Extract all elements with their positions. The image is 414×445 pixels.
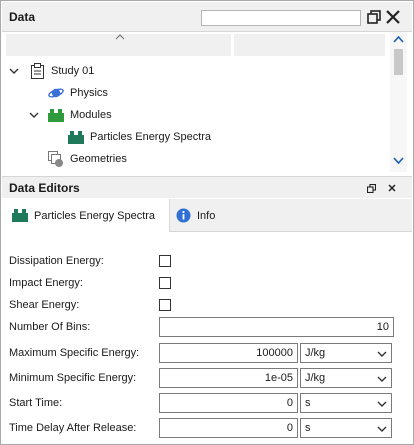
row-start-time: Start Time: 0 s (9, 393, 401, 415)
close-icon[interactable] (388, 184, 396, 192)
chevron-down-icon (377, 351, 387, 357)
field-label: Impact Energy: (9, 277, 83, 289)
scrollbar-thumb[interactable] (394, 49, 403, 75)
unit-value: J/kg (305, 347, 326, 359)
search-input[interactable] (201, 10, 361, 26)
tree-item-geometries[interactable]: Geometries (48, 149, 127, 169)
shear-energy-checkbox[interactable] (159, 299, 171, 311)
tab-particles-energy-spectra[interactable]: Particles Energy Spectra (2, 199, 170, 232)
row-minimum-specific-energy: Minimum Specific Energy: 1e-05 J/kg (9, 368, 401, 390)
data-panel-title: Data (9, 10, 36, 24)
restore-window-icon[interactable] (366, 9, 382, 25)
row-time-delay-after-release: Time Delay After Release: 0 s (9, 418, 401, 440)
data-tree: Study 01 Physics Modules Particles Energ… (2, 32, 412, 173)
clipboard-icon (31, 63, 44, 79)
tab-info[interactable]: Info (170, 199, 234, 232)
geometries-icon (48, 151, 63, 167)
row-dissipation-energy: Dissipation Energy: (9, 251, 401, 273)
data-editors-header: Data Editors (2, 176, 412, 198)
module-block-icon (12, 209, 28, 222)
time-delay-input[interactable]: 0 (159, 418, 298, 438)
tree-column-header-2[interactable] (234, 34, 386, 56)
chevron-down-icon (377, 376, 387, 382)
row-maximum-specific-energy: Maximum Specific Energy: 100000 J/kg (9, 343, 401, 365)
row-number-of-bins: Number Of Bins: 10 (9, 317, 401, 339)
row-shear-energy: Shear Energy: (9, 295, 401, 317)
chevron-down-icon[interactable] (8, 65, 20, 77)
sort-ascending-icon (115, 34, 125, 40)
unit-value: s (305, 422, 311, 434)
data-panel-header: Data (2, 2, 412, 32)
field-label: Time Delay After Release: (9, 422, 137, 434)
tree-item-physics[interactable]: Physics (48, 83, 108, 103)
field-label: Shear Energy: (9, 299, 80, 311)
tab-label: Info (197, 209, 216, 222)
info-icon (176, 208, 191, 223)
property-form: Dissipation Energy: Impact Energy: Shear… (2, 233, 412, 444)
unit-value: J/kg (305, 372, 326, 384)
data-editors-title: Data Editors (9, 181, 80, 195)
module-block-icon (68, 130, 84, 144)
min-specific-energy-unit-select[interactable]: J/kg (300, 368, 392, 388)
start-time-input[interactable]: 0 (159, 393, 298, 413)
dissipation-energy-checkbox[interactable] (159, 255, 171, 267)
field-label: Number Of Bins: (9, 321, 91, 333)
physics-planet-icon (48, 88, 64, 98)
tree-item-label: Physics (70, 87, 108, 99)
number-of-bins-input[interactable]: 10 (159, 317, 394, 337)
scroll-up-arrow-icon[interactable] (393, 35, 404, 43)
scroll-down-arrow-icon[interactable] (393, 157, 404, 165)
field-label: Minimum Specific Energy: (9, 372, 137, 384)
tree-column-header[interactable] (6, 34, 232, 56)
close-icon[interactable] (385, 9, 401, 25)
time-delay-unit-select[interactable]: s (300, 418, 392, 438)
field-label: Dissipation Energy: (9, 255, 104, 267)
chevron-down-icon (377, 426, 387, 432)
impact-energy-checkbox[interactable] (159, 277, 171, 289)
tree-item-label: Geometries (70, 153, 127, 165)
max-specific-energy-unit-select[interactable]: J/kg (300, 343, 392, 363)
unit-value: s (305, 397, 311, 409)
chevron-down-icon (377, 401, 387, 407)
modules-icon (48, 109, 64, 122)
tree-item-label: Particles Energy Spectra (90, 131, 212, 143)
start-time-unit-select[interactable]: s (300, 393, 392, 413)
tab-label: Particles Energy Spectra (34, 209, 156, 222)
tree-scrollbar[interactable] (390, 32, 407, 172)
field-label: Maximum Specific Energy: (9, 347, 140, 359)
tree-item-label: Modules (70, 109, 112, 121)
tree-item-study-01[interactable]: Study 01 (8, 61, 94, 81)
tree-item-particles-energy-spectra[interactable]: Particles Energy Spectra (68, 127, 211, 147)
row-impact-energy: Impact Energy: (9, 273, 401, 295)
restore-window-icon[interactable] (367, 184, 376, 193)
min-specific-energy-input[interactable]: 1e-05 (159, 368, 298, 388)
tree-item-label: Study 01 (51, 65, 95, 77)
tree-item-modules[interactable]: Modules (28, 105, 112, 125)
main-window: Data Study 01 Physics Modules Particles … (0, 0, 414, 445)
field-label: Start Time: (9, 397, 63, 409)
chevron-down-icon[interactable] (28, 109, 40, 121)
editor-tabs: Particles Energy Spectra Info (2, 199, 412, 232)
max-specific-energy-input[interactable]: 100000 (159, 343, 298, 363)
